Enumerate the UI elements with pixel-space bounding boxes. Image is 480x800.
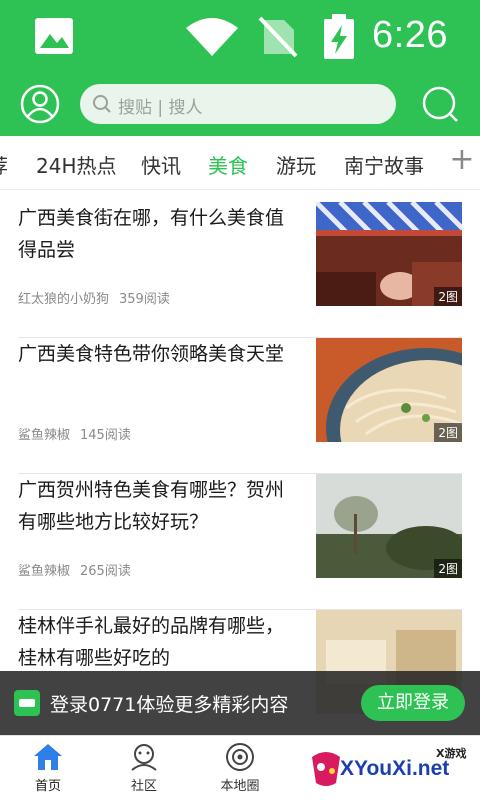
nav-home[interactable]: 首页 [0,742,96,794]
watermark-tag: X游戏 [436,747,467,760]
tab-24h-hot[interactable]: 24H热点 [36,150,117,179]
app-header: 搜贴 | 搜人 [0,72,480,136]
image-count-badge: 2图 [434,423,462,442]
article-title: 广西美食特色带你领略美食天堂 [18,343,285,365]
article-reads: 145阅读 [80,428,131,443]
tab-food[interactable]: 美食 [208,150,248,179]
tab-nanning-stories[interactable]: 南宁故事 [344,150,424,179]
search-icon[interactable] [420,84,460,124]
status-bar: 6:26 [0,0,480,72]
home-icon [34,744,62,770]
image-icon [35,18,73,54]
app-logo-icon [14,690,40,716]
login-prompt-text: 登录0771体验更多精彩内容 [50,694,289,716]
article-thumbnail: 2图 [316,474,462,578]
nav-label: 首页 [34,779,61,794]
no-sim-icon [258,16,298,58]
search-placeholder: 搜贴 | 搜人 [118,98,203,118]
article-reads: 359阅读 [119,292,170,307]
article-reads: 265阅读 [80,564,131,579]
login-prompt-banner: 登录0771体验更多精彩内容 立即登录 [0,671,480,735]
site-watermark: XYouXi.net X游戏 [308,743,480,800]
search-field-icon [93,95,111,113]
tab-recommend[interactable]: 荐 [0,150,8,179]
article-title: 广西美食街在哪，有什么美食值得品尝 [18,207,285,261]
article-meta: 红太狼的小奶狗 359阅读 [18,288,170,307]
article-title: 桂林伴手礼最好的品牌有哪些，桂林有哪些好吃的 [18,615,285,669]
list-item[interactable]: 广西美食特色带你领略美食天堂 鲨鱼辣椒 145阅读 2图 [18,338,462,474]
article-author: 红太狼的小奶狗 [18,292,110,307]
watermark-text: XYouXi.net [340,757,450,780]
nav-label: 本地圈 [220,779,260,794]
article-thumbnail: 2图 [316,202,462,306]
article-title: 广西贺州特色美食有哪些？贺州有哪些地方比较好玩？ [18,479,285,533]
image-count-badge: 2图 [434,559,462,578]
list-item[interactable]: 广西贺州特色美食有哪些？贺州有哪些地方比较好玩？ 鲨鱼辣椒 265阅读 2图 [18,474,462,610]
article-meta: 鲨鱼辣椒 145阅读 [18,424,131,443]
search-input[interactable]: 搜贴 | 搜人 [80,84,396,124]
local-circle-icon [226,743,254,771]
tab-travel[interactable]: 游玩 [276,150,316,179]
tab-news-flash[interactable]: 快讯 [141,150,181,179]
community-icon [131,744,157,771]
login-button[interactable]: 立即登录 [361,685,465,721]
article-author: 鲨鱼辣椒 [18,428,71,443]
add-tab-button[interactable]: + [444,142,480,177]
avatar-icon[interactable] [20,84,60,124]
article-thumbnail: 2图 [316,338,462,442]
nav-label: 社区 [130,779,157,794]
battery-charging-icon [324,14,354,59]
nav-community[interactable]: 社区 [96,742,192,794]
article-meta: 鲨鱼辣椒 265阅读 [18,560,131,579]
image-count-badge: 2图 [434,287,462,306]
list-item[interactable]: 广西美食街在哪，有什么美食值得品尝 红太狼的小奶狗 359阅读 2图 [18,202,462,338]
nav-local-circle[interactable]: 本地圈 [192,742,288,794]
wifi-icon [186,18,238,56]
category-tabs: 荐 24H热点 快讯 美食 游玩 南宁故事 + [0,136,480,190]
gamepad-logo-icon [312,752,340,786]
article-author: 鲨鱼辣椒 [18,564,71,579]
clock-time: 6:26 [372,14,448,56]
